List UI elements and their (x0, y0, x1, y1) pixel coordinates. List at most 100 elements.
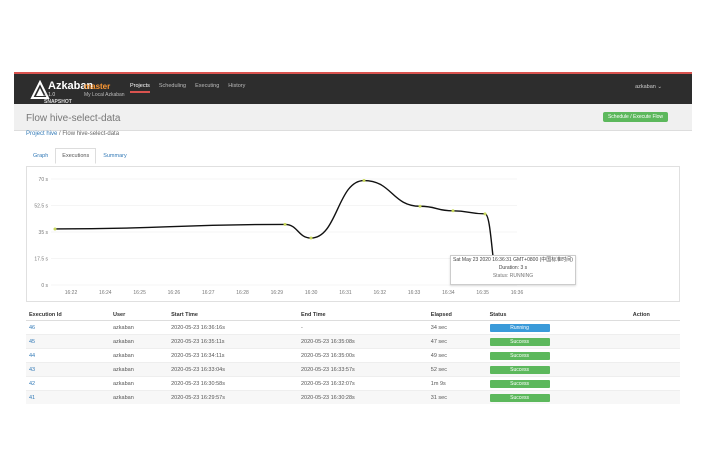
elapsed-cell: 1m 9s (427, 376, 487, 391)
x-tick-label: 16:22 (65, 290, 78, 296)
col-end-time: End Time (297, 310, 428, 321)
environment-subtitle: My Local Azkaban (84, 92, 125, 98)
execution-id-link[interactable]: 44 (29, 353, 35, 359)
start-time-cell: 2020-05-23 16:30:58s (168, 376, 298, 391)
start-time-cell: 2020-05-23 16:34:11s (168, 348, 298, 363)
table-row: 41 azkaban 2020-05-23 16:29:57s 2020-05-23 … (26, 390, 680, 404)
data-point (362, 179, 366, 183)
user-cell: azkaban (109, 376, 169, 391)
top-navbar: Azkaban 3.1.0 SNAPSHOT master My Local A… (14, 72, 692, 105)
data-point (53, 227, 57, 231)
y-tick-label: 35 s (39, 230, 49, 236)
nav-executing[interactable]: Executing (195, 83, 219, 93)
status-badge: Success (489, 365, 550, 374)
nav-scheduling[interactable]: Scheduling (159, 83, 186, 93)
action-cell (629, 320, 680, 335)
end-time-cell: - (297, 320, 428, 335)
start-time-cell: 2020-05-23 16:33:04s (168, 362, 298, 377)
data-point (283, 222, 287, 226)
brand-version: 3.1.0 (44, 92, 56, 98)
tab-executions[interactable]: Executions (55, 148, 97, 164)
y-tick-label: 70 s (39, 177, 49, 183)
data-point (309, 236, 313, 240)
end-time-cell: 2020-05-23 16:35:08s (297, 334, 428, 349)
status-badge: Success (489, 337, 550, 346)
breadcrumb-flow: Flow hive-select-data (62, 131, 120, 137)
tooltip-date: Sat May 23 2020 16:36:31 GMT+0800 (中国标准时… (453, 257, 573, 263)
x-tick-label: 16:36 (511, 290, 524, 296)
action-cell (629, 390, 680, 404)
main-nav: Projects Scheduling Executing History (130, 83, 245, 93)
action-cell (629, 376, 680, 391)
breadcrumb-separator: / (59, 131, 61, 137)
breadcrumb-project-link[interactable]: Project hive (26, 131, 57, 137)
x-tick-label: 16:32 (374, 290, 387, 296)
tooltip-duration: Duration: 3 s (498, 265, 528, 271)
nav-history[interactable]: History (228, 83, 245, 93)
schedule-execute-button[interactable]: Schedule / Execute Flow (602, 112, 668, 122)
table-row: 46 azkaban 2020-05-23 16:36:16s -34 sec Runn… (26, 320, 680, 335)
status-badge: Success (489, 393, 550, 402)
x-tick-label: 16:26 (168, 290, 181, 296)
tab-summary[interactable]: Summary (96, 148, 134, 164)
end-time-cell: 2020-05-23 16:35:00s (297, 348, 428, 363)
col-status: Status (486, 310, 630, 321)
x-tick-label: 16:25 (133, 290, 146, 296)
elapsed-cell: 49 sec (427, 348, 487, 363)
tooltip-status: Status: RUNNING (492, 273, 534, 279)
execution-id-link[interactable]: 46 (29, 325, 35, 331)
end-time-cell: 2020-05-23 16:30:28s (297, 390, 428, 404)
table-row: 45 azkaban 2020-05-23 16:35:11s 2020-05-23 … (26, 334, 680, 349)
x-tick-label: 16:28 (236, 290, 249, 296)
action-cell (629, 348, 680, 363)
start-time-cell: 2020-05-23 16:35:11s (168, 334, 298, 349)
nav-projects[interactable]: Projects (130, 83, 150, 93)
y-tick-label: 0 s (41, 283, 48, 289)
executions-table: Execution Id User Start Time End Time El… (26, 310, 680, 404)
col-execution-id: Execution Id (26, 310, 110, 321)
y-tick-label: 52.5 s (34, 204, 48, 210)
user-cell: azkaban (109, 334, 169, 349)
user-cell: azkaban (109, 348, 169, 363)
x-tick-label: 16:33 (408, 290, 421, 296)
user-cell: azkaban (109, 390, 169, 404)
col-start-time: Start Time (168, 310, 298, 321)
status-badge: Running (489, 323, 550, 332)
data-point (483, 212, 487, 216)
x-tick-label: 16:27 (202, 290, 215, 296)
x-tick-label: 16:35 (476, 290, 489, 296)
data-point (418, 204, 422, 208)
execution-chart-svg: 70 s 52.5 s 35 s 17.5 s 0 s 16:22 16:24 16:25 16… (34, 177, 524, 296)
elapsed-cell: 52 sec (427, 362, 487, 377)
table-row: 42 azkaban 2020-05-23 16:30:58s 2020-05-23 … (26, 376, 680, 391)
end-time-cell: 2020-05-23 16:32:07s (297, 376, 428, 391)
page-title: Flow hive-select-data (26, 113, 121, 124)
col-user: User (109, 310, 169, 321)
y-tick-label: 17.5 s (34, 257, 48, 263)
action-cell (629, 362, 680, 377)
status-badge: Success (489, 379, 550, 388)
breadcrumb: Project hive / Flow hive-select-data (26, 131, 692, 141)
col-elapsed: Elapsed (427, 310, 487, 321)
page-header: Flow hive-select-data Schedule / Execute… (14, 104, 692, 131)
start-time-cell: 2020-05-23 16:29:57s (168, 390, 298, 404)
status-badge: Success (489, 351, 550, 360)
user-menu[interactable]: azkaban ⌄ (635, 84, 662, 90)
x-tick-label: 16:29 (271, 290, 284, 296)
x-tick-label: 16:31 (339, 290, 352, 296)
x-tick-label: 16:34 (442, 290, 455, 296)
execution-id-link[interactable]: 42 (29, 381, 35, 387)
execution-id-link[interactable]: 43 (29, 367, 35, 373)
action-cell (629, 334, 680, 349)
app-frame: Azkaban 3.1.0 SNAPSHOT master My Local A… (14, 72, 692, 408)
x-tick-label: 16:24 (99, 290, 112, 296)
chart-tooltip: Sat May 23 2020 16:36:31 GMT+0800 (中国标准时… (450, 255, 576, 285)
execution-id-link[interactable]: 45 (29, 339, 35, 345)
flow-tabs: Graph Executions Summary (26, 148, 134, 164)
tab-graph[interactable]: Graph (26, 148, 55, 164)
user-cell: azkaban (109, 362, 169, 377)
table-header-row: Execution Id User Start Time End Time El… (26, 310, 680, 321)
start-time-cell: 2020-05-23 16:36:16s (168, 320, 298, 335)
user-cell: azkaban (109, 320, 169, 335)
execution-id-link[interactable]: 41 (29, 395, 35, 401)
